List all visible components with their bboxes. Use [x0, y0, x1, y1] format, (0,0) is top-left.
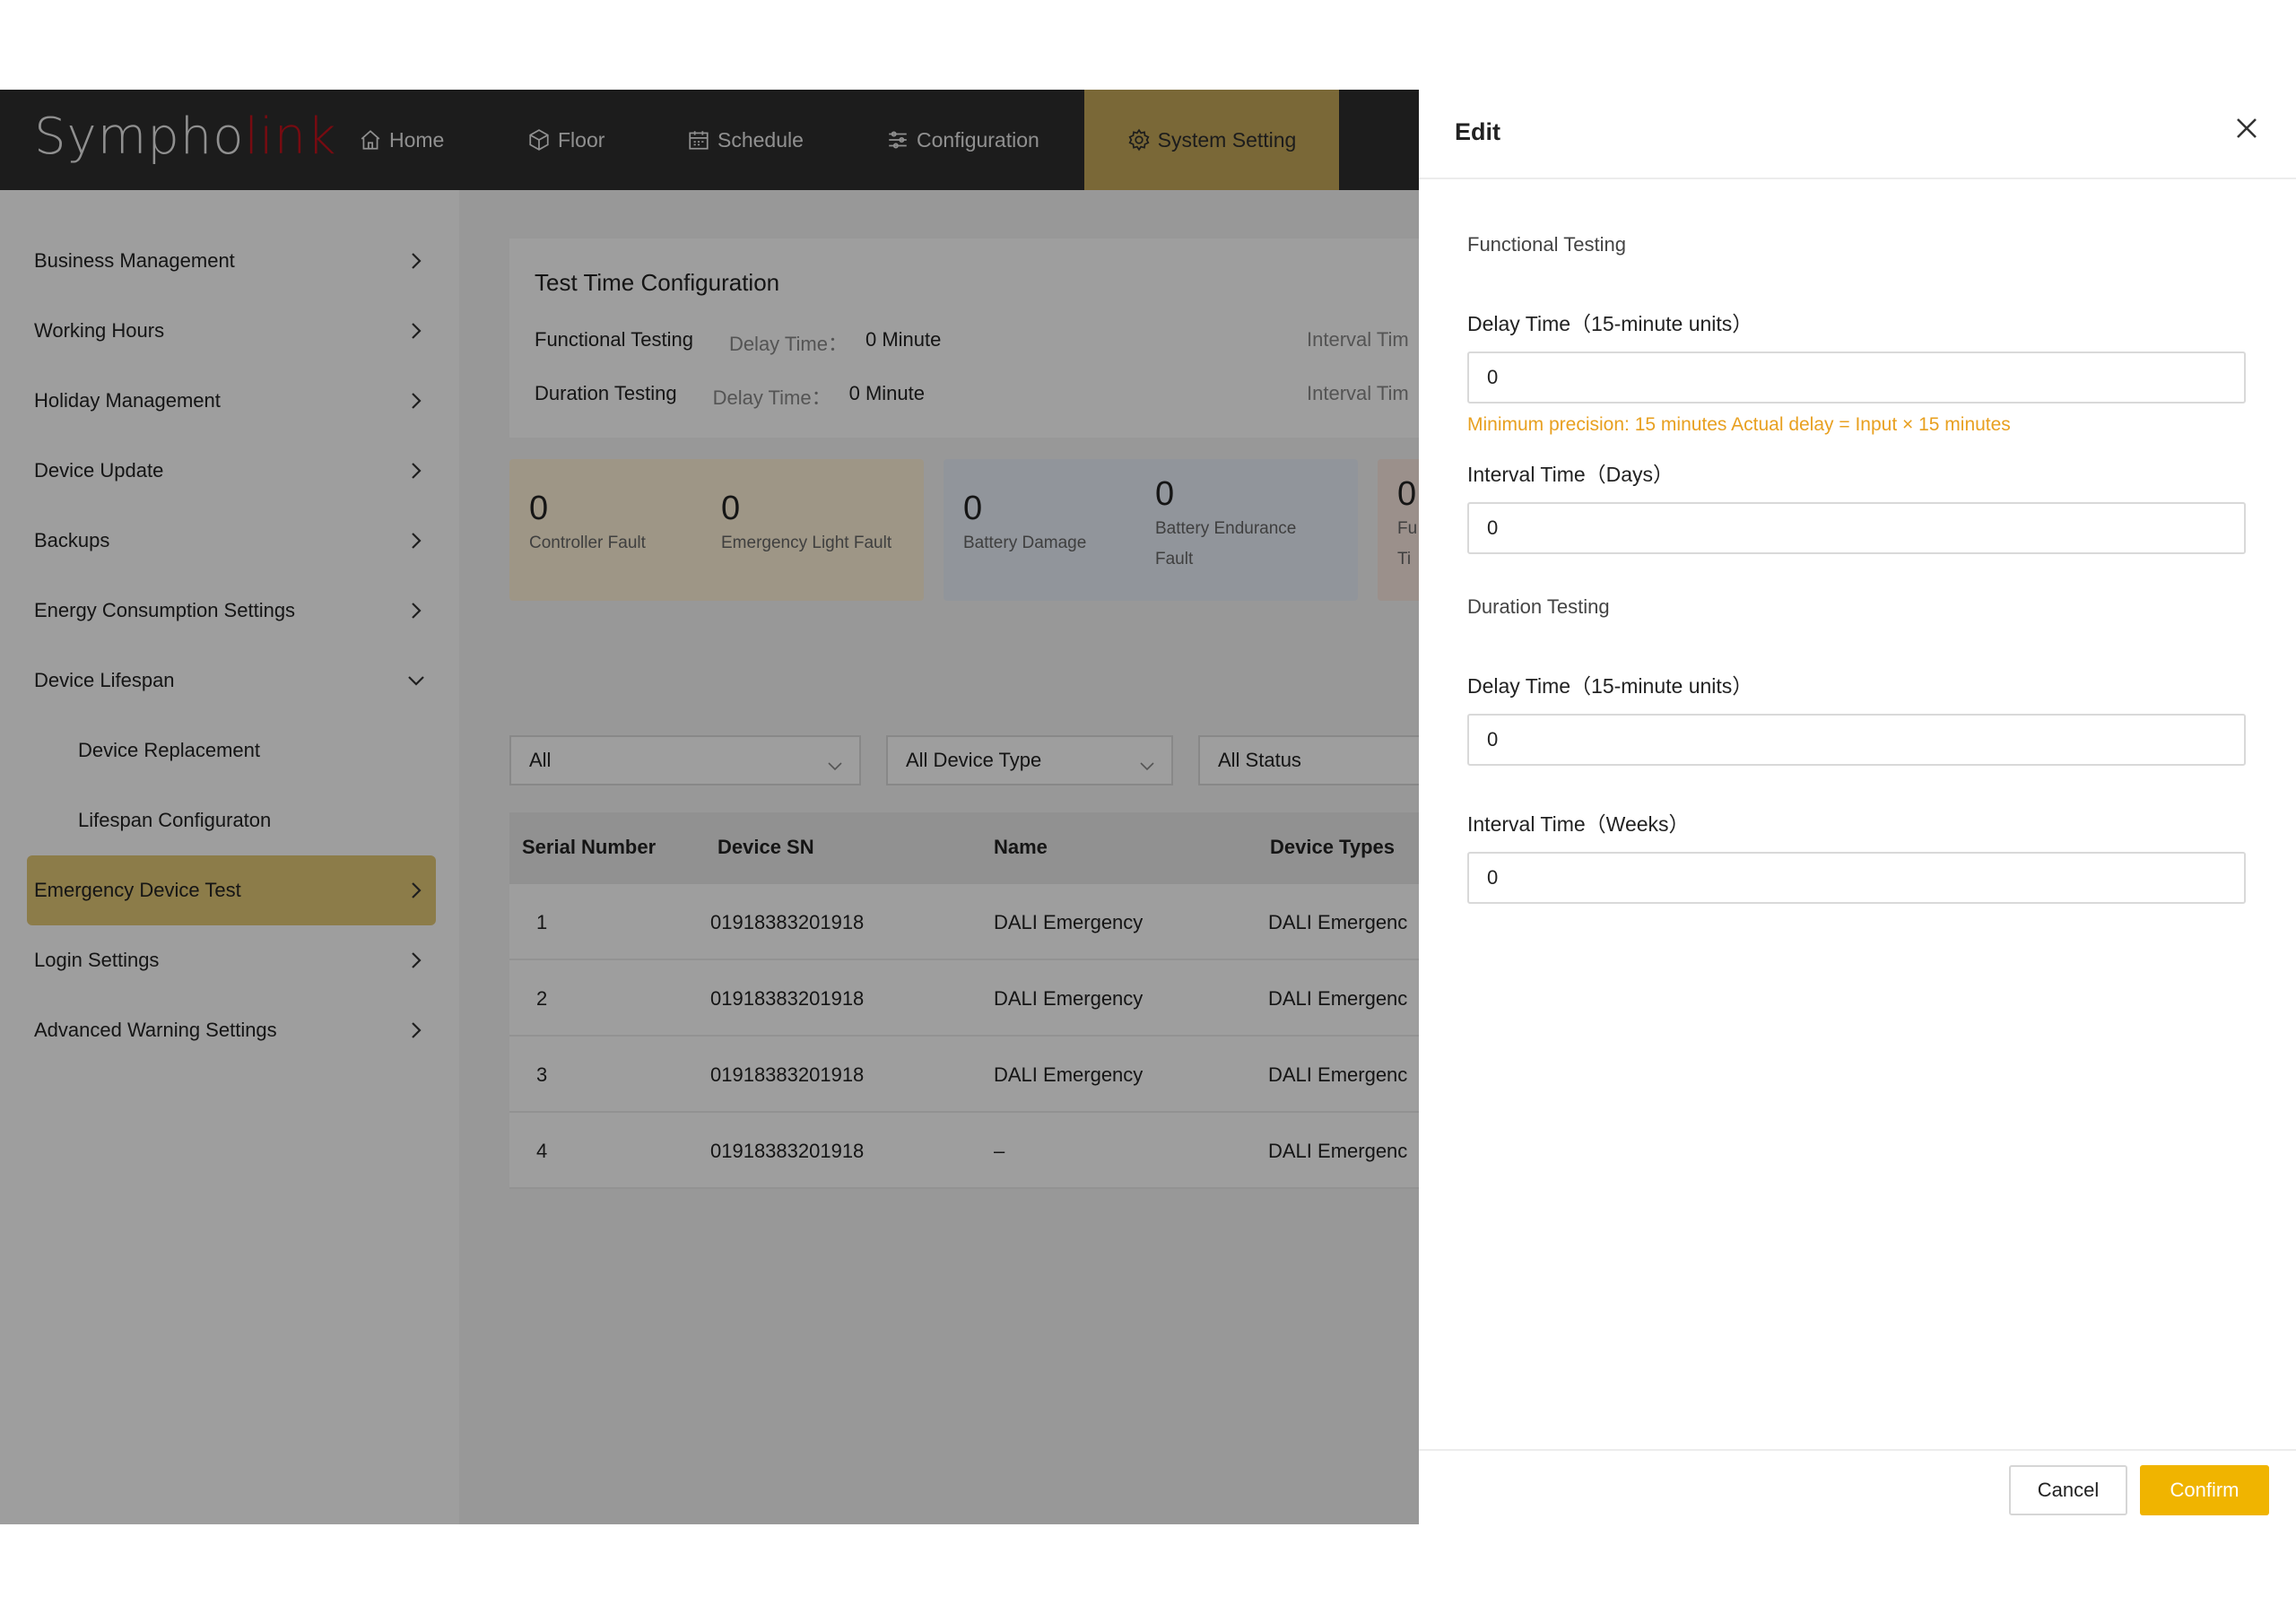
functional-delay-input[interactable] — [1467, 351, 2246, 404]
app-window: Sympholink Home Floor Schedule Configura… — [0, 90, 2296, 1524]
functional-delay-label: Delay Time（15-minute units） — [1467, 312, 1753, 335]
precision-hint: Minimum precision: 15 minutes Actual del… — [1467, 414, 2011, 435]
modal-overlay[interactable] — [0, 90, 1419, 1524]
drawer-header-divider — [1419, 178, 2296, 179]
confirm-button[interactable]: Confirm — [2140, 1465, 2269, 1515]
duration-interval-input[interactable] — [1467, 852, 2246, 904]
duration-delay-label: Delay Time（15-minute units） — [1467, 674, 1753, 698]
functional-interval-label: Interval Time（Days） — [1467, 463, 1674, 486]
close-icon[interactable] — [2233, 115, 2260, 142]
duration-interval-label: Interval Time（Weeks） — [1467, 812, 1690, 836]
cancel-button[interactable]: Cancel — [2009, 1465, 2127, 1515]
functional-testing-section: Functional Testing — [1467, 233, 1626, 256]
duration-testing-section: Duration Testing — [1467, 595, 1610, 618]
functional-interval-input[interactable] — [1467, 502, 2246, 554]
edit-drawer: Edit Functional Testing Delay Time（15-mi… — [1419, 90, 2296, 1524]
duration-delay-input[interactable] — [1467, 714, 2246, 766]
drawer-footer-divider — [1419, 1449, 2296, 1451]
drawer-title: Edit — [1455, 118, 1500, 145]
